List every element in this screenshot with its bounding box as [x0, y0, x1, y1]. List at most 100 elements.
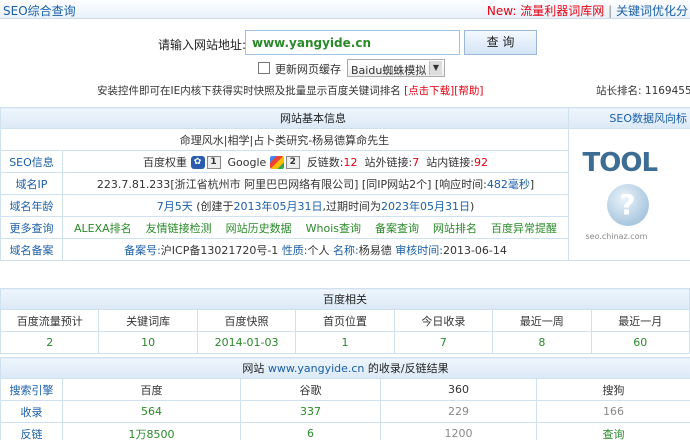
- plugin-hint: 安装控件即可在IE内核下获得实时快照及批量显示百度关键词排名 [点击下载][帮助…: [97, 83, 483, 98]
- site-title: 命理风水|相学|占卜类研究-杨易德算命先生: [0, 128, 569, 151]
- friend-link-check-link[interactable]: 友情链接检测: [146, 222, 212, 235]
- icp-query-link[interactable]: 备案查询: [375, 222, 419, 235]
- indexed-google[interactable]: 337: [240, 400, 381, 423]
- whois-link[interactable]: Whois查询: [306, 222, 361, 235]
- refresh-cache-checkbox[interactable]: [258, 62, 270, 74]
- index-section-title: 网站 www.yangyide.cn 的收录/反链结果: [0, 357, 690, 379]
- query-button[interactable]: 查 询: [464, 30, 537, 55]
- question-icon: ?: [606, 183, 649, 226]
- baidu-paw-icon: ✿: [190, 156, 205, 169]
- baidu-values-row: 2 10 2014-01-03 1 7 8 60: [0, 331, 690, 354]
- new-label: New:: [486, 4, 517, 18]
- top-links: New: 流量利器词库网 | 关键词优化分: [487, 2, 688, 19]
- backlinks-sogou-query[interactable]: 查询: [535, 422, 690, 440]
- icp-number: 沪ICP备13021720号-1: [160, 243, 279, 257]
- webmaster-rank: 站长排名: 1169455: [596, 83, 690, 98]
- baidu-col-today: 今日收录: [393, 309, 494, 332]
- site-history-link[interactable]: 网站历史数据: [226, 222, 292, 235]
- tool-logo-caption: seo.chinaz.com: [585, 231, 648, 241]
- backlinks-360[interactable]: 1200: [380, 422, 537, 440]
- top-bar: SEO综合查询 New: 流量利器词库网 | 关键词优化分: [0, 0, 690, 19]
- baidu-section-title: 百度相关: [0, 288, 690, 310]
- google-label: Google: [227, 155, 267, 169]
- basic-info-header: 网站基本信息 SEO数据风向标: [0, 107, 690, 129]
- backlinks-baidu[interactable]: 1万8500: [62, 422, 241, 440]
- index-title-prefix: 网站: [242, 362, 265, 375]
- download-link[interactable]: [点击下载]: [404, 85, 454, 97]
- expire-date: 2023年05月31日: [381, 199, 470, 213]
- backlinks-label: 反链数:: [306, 155, 344, 169]
- basic-info-title: 网站基本信息: [0, 107, 569, 129]
- site-rank-link[interactable]: 网站排名: [433, 222, 477, 235]
- 360-col: 360: [380, 378, 537, 401]
- domain-age-value: 7月5天: [156, 199, 193, 213]
- options-row: 更新网页缓存 Baidu蜘蛛模拟 ▼: [0, 59, 690, 79]
- baidu-today-value[interactable]: 7: [393, 331, 494, 354]
- baidu-table: 百度相关 百度流量预计 关键词库 百度快照 首页位置 今日收录 最近一周 最近一…: [0, 288, 690, 354]
- same-ip-link[interactable]: [同IP网站2个]: [362, 178, 431, 191]
- baidu-weight-label: 百度权重: [143, 155, 188, 169]
- index-title-suffix: 的收录/反链结果: [367, 362, 449, 375]
- baidu-col-snapshot: 百度快照: [196, 309, 297, 332]
- expire-prefix: ,过期时间为: [322, 199, 382, 213]
- indexed-sogou[interactable]: 166: [535, 400, 690, 423]
- index-table: 网站 www.yangyide.cn 的收录/反链结果 搜索引擎 百度 谷歌 3…: [0, 357, 690, 440]
- baidu-alert-link[interactable]: 百度异常提醒: [491, 222, 557, 235]
- icp-label: 域名备案: [0, 238, 63, 261]
- basic-info-table: 网站基本信息 SEO数据风向标 命理风水|相学|占卜类研究-杨易德算命先生 TO…: [0, 107, 690, 261]
- backlinks-row: 反链 1万8500 6 1200 查询: [0, 422, 690, 440]
- baidu-month-value[interactable]: 60: [590, 331, 690, 354]
- external-links-value[interactable]: 7: [412, 156, 419, 169]
- spider-select-value: Baidu蜘蛛模拟: [351, 64, 427, 77]
- baidu-keywords-value[interactable]: 10: [98, 331, 198, 354]
- indexed-row: 收录 564 337 229 166: [0, 400, 690, 423]
- baidu-columns-row: 百度流量预计 关键词库 百度快照 首页位置 今日收录 最近一周 最近一月: [0, 309, 690, 332]
- keyword-optimization-link[interactable]: 关键词优化分: [616, 4, 688, 18]
- indexed-label: 收录: [0, 400, 63, 423]
- rank-value: 1169455: [644, 85, 690, 97]
- created-prefix: (创建于: [196, 199, 234, 213]
- baidu-snapshot-value[interactable]: 2014-01-03: [196, 331, 297, 354]
- age-suffix: ): [470, 199, 475, 213]
- icp-number-label: 备案号:: [124, 243, 161, 257]
- icp-date-label: 审核时间:: [395, 243, 443, 257]
- domain-ip-label: 域名IP: [0, 172, 63, 195]
- indexed-360[interactable]: 229: [380, 400, 537, 423]
- internal-links-label: 站内链接:: [426, 155, 474, 169]
- baidu-col: 百度: [62, 378, 241, 401]
- indexed-baidu[interactable]: 564: [62, 400, 241, 423]
- new-link[interactable]: 流量利器词库网: [520, 4, 604, 18]
- sogou-col: 搜狗: [535, 378, 690, 401]
- baidu-col-week: 最近一周: [492, 309, 592, 332]
- refresh-cache-label: 更新网页缓存: [275, 63, 341, 76]
- icp-nature-label: 性质:: [281, 243, 308, 257]
- plugin-hint-text: 安装控件即可在IE内核下获得实时快照及批量显示百度关键词排名: [97, 85, 401, 97]
- icp-name: 杨易德: [358, 243, 392, 257]
- seo-info-label: SEO信息: [0, 150, 63, 173]
- google-pr-value[interactable]: 2: [285, 156, 300, 169]
- url-input[interactable]: www.yangyide.cn: [245, 30, 460, 55]
- google-icon: [269, 156, 284, 169]
- ip-address: 223.7.81.233: [96, 177, 171, 191]
- index-title-site: www.yangyide.cn: [267, 362, 365, 375]
- backlinks-value[interactable]: 12: [344, 156, 358, 169]
- hint-row: 安装控件即可在IE内核下获得实时快照及批量显示百度关键词排名 [点击下载][帮助…: [0, 83, 690, 99]
- domain-age-label: 域名年龄: [0, 194, 63, 217]
- more-queries-label: 更多查询: [0, 216, 63, 239]
- tool-logo: TOOL ? seo.chinaz.com: [568, 128, 690, 261]
- baidu-weight-value[interactable]: 1: [206, 156, 221, 169]
- alexa-rank-link[interactable]: ALEXA排名: [74, 222, 132, 235]
- response-end: ]: [529, 177, 535, 191]
- baidu-week-value[interactable]: 8: [492, 331, 592, 354]
- rank-label: 站长排名:: [596, 85, 642, 97]
- help-link[interactable]: [帮助]: [454, 85, 483, 97]
- baidu-col-home-position: 首页位置: [295, 309, 395, 332]
- seo-trend-link[interactable]: SEO数据风向标: [609, 112, 687, 125]
- internal-links-value[interactable]: 92: [474, 156, 488, 169]
- backlinks-google[interactable]: 6: [240, 422, 381, 440]
- created-date: 2013年05月31日: [233, 199, 323, 213]
- baidu-traffic-value[interactable]: 2: [0, 331, 100, 354]
- spider-select[interactable]: Baidu蜘蛛模拟 ▼: [347, 59, 445, 77]
- tool-logo-text: TOOL: [582, 147, 659, 178]
- baidu-home-position-value[interactable]: 1: [295, 331, 395, 354]
